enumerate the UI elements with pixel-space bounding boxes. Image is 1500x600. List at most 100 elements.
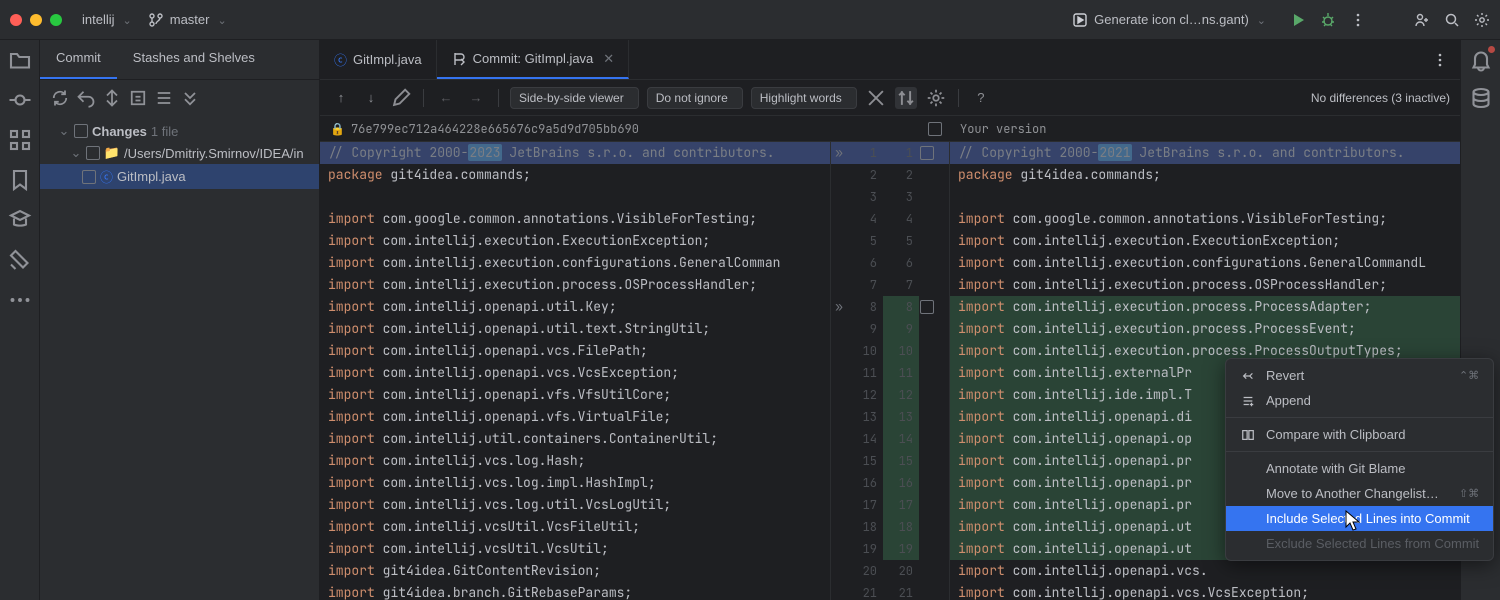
changes-path[interactable]: ⌄ 📁 /Users/Dmitriy.Smirnov/IDEA/in (40, 142, 319, 164)
tab-stashes[interactable]: Stashes and Shelves (117, 40, 271, 79)
code-line[interactable]: import com.intellij.execution.process.Pr… (950, 318, 1460, 340)
prev-diff-file-button[interactable]: ↑ (330, 87, 352, 109)
context-menu-item[interactable]: Include Selected Lines into Commit (1226, 506, 1493, 531)
code-line[interactable]: import com.intellij.vcs.log.util.VcsLogU… (320, 494, 830, 516)
group-button[interactable] (154, 88, 174, 108)
code-line[interactable]: import com.google.common.annotations.Vis… (320, 208, 830, 230)
forward-button[interactable]: → (465, 87, 487, 109)
code-with-me-button[interactable] (1414, 12, 1430, 28)
sync-scroll-button[interactable] (895, 87, 917, 109)
code-line[interactable]: import com.intellij.openapi.vcs.FilePath… (320, 340, 830, 362)
minimize-window-button[interactable] (30, 14, 42, 26)
expand-diff-icon[interactable]: » (831, 296, 847, 318)
code-line[interactable]: import com.google.common.annotations.Vis… (950, 208, 1460, 230)
search-button[interactable] (1444, 12, 1460, 28)
expand-button[interactable] (180, 88, 200, 108)
include-change-checkbox[interactable] (920, 146, 934, 160)
collapse-button[interactable] (865, 87, 887, 109)
code-line[interactable] (320, 186, 830, 208)
code-line[interactable]: // Copyright 2000-2021 JetBrains s.r.o. … (950, 142, 1460, 164)
changes-file[interactable]: ⓒ GitImpl.java (40, 164, 319, 189)
diff-button[interactable] (102, 88, 122, 108)
more-tool-button[interactable] (8, 288, 32, 312)
context-menu-item[interactable]: Compare with Clipboard (1226, 422, 1493, 447)
checkbox[interactable] (86, 146, 100, 160)
code-line[interactable]: import git4idea.GitContentRevision; (320, 560, 830, 582)
code-line[interactable]: import com.intellij.vcs.log.Hash; (320, 450, 830, 472)
diff-left-pane[interactable]: // Copyright 2000-2023 JetBrains s.r.o. … (320, 142, 830, 600)
code-line[interactable]: import com.intellij.openapi.vcs. (950, 560, 1460, 582)
notifications-button[interactable] (1469, 48, 1493, 72)
right-line-number: 9 (883, 318, 919, 340)
code-line[interactable]: import com.intellij.vcs.log.impl.HashImp… (320, 472, 830, 494)
changelist-button[interactable] (128, 88, 148, 108)
bookmarks-tool-button[interactable] (8, 168, 32, 192)
code-line[interactable]: import com.intellij.execution.ExecutionE… (320, 230, 830, 252)
code-line[interactable]: import com.intellij.execution.configurat… (950, 252, 1460, 274)
folder-tool-button[interactable] (8, 48, 32, 72)
close-tab-button[interactable]: ✕ (603, 51, 614, 67)
code-line[interactable]: import com.intellij.openapi.vfs.VirtualF… (320, 406, 830, 428)
code-line[interactable]: import com.intellij.openapi.vcs.VcsExcep… (950, 582, 1460, 600)
project-selector[interactable]: intellij (82, 12, 132, 27)
left-line-number: 13 (847, 406, 883, 428)
refresh-button[interactable] (50, 88, 70, 108)
context-menu-item[interactable]: Annotate with Git Blame (1226, 456, 1493, 481)
checkbox[interactable] (82, 170, 96, 184)
context-menu-item[interactable]: Append (1226, 388, 1493, 413)
run-button[interactable] (1290, 12, 1306, 28)
code-line[interactable]: import com.intellij.execution.process.OS… (950, 274, 1460, 296)
checkbox[interactable] (74, 124, 88, 138)
code-line[interactable]: import com.intellij.openapi.util.text.St… (320, 318, 830, 340)
include-change-checkbox[interactable] (920, 300, 934, 314)
close-window-button[interactable] (10, 14, 22, 26)
next-diff-file-button[interactable]: ↓ (360, 87, 382, 109)
settings-button[interactable] (1474, 12, 1490, 28)
code-line[interactable]: import com.intellij.vcsUtil.VcsUtil; (320, 538, 830, 560)
code-line[interactable]: import com.intellij.openapi.util.Key; (320, 296, 830, 318)
left-line-number: 4 (847, 208, 883, 230)
context-menu-item[interactable]: Move to Another Changelist…⇧⌘ (1226, 481, 1493, 506)
commit-tool-button[interactable] (8, 88, 32, 112)
code-line[interactable]: import com.intellij.execution.ExecutionE… (950, 230, 1460, 252)
code-line[interactable]: import com.intellij.util.containers.Cont… (320, 428, 830, 450)
diff-settings-button[interactable] (925, 87, 947, 109)
back-button[interactable]: ← (435, 87, 457, 109)
code-line[interactable] (950, 186, 1460, 208)
context-menu-item[interactable]: Revert⌃⌘ (1226, 363, 1493, 388)
editor-tab-diff[interactable]: Commit: GitImpl.java ✕ (437, 40, 630, 79)
right-line-number: 2 (883, 164, 919, 186)
structure-tool-button[interactable] (8, 128, 32, 152)
code-line[interactable]: package git4idea.commands; (320, 164, 830, 186)
whitespace-select[interactable]: Do not ignore (647, 87, 743, 109)
build-tool-button[interactable] (8, 248, 32, 272)
vcs-branch-selector[interactable]: master (148, 12, 227, 28)
code-line[interactable]: import com.intellij.openapi.vfs.VfsUtilC… (320, 384, 830, 406)
more-actions-button[interactable] (1350, 12, 1366, 28)
code-line[interactable]: package git4idea.commands; (950, 164, 1460, 186)
debug-button[interactable] (1320, 12, 1336, 28)
code-line[interactable]: import com.intellij.execution.process.OS… (320, 274, 830, 296)
database-button[interactable] (1469, 86, 1493, 110)
tab-commit[interactable]: Commit (40, 40, 117, 79)
code-line[interactable]: import com.intellij.execution.process.Pr… (950, 296, 1460, 318)
editor-tab-file[interactable]: ⓒ GitImpl.java (320, 40, 437, 79)
highlight-select[interactable]: Highlight words (751, 87, 857, 109)
include-all-checkbox[interactable] (928, 122, 942, 136)
tab-more-button[interactable] (1432, 52, 1448, 68)
viewer-mode-select[interactable]: Side-by-side viewer (510, 87, 639, 109)
code-line[interactable]: import com.intellij.openapi.vcs.VcsExcep… (320, 362, 830, 384)
run-configuration-selector[interactable]: Generate icon cl…ns.gant) (1062, 9, 1276, 31)
code-line[interactable]: import com.intellij.execution.configurat… (320, 252, 830, 274)
maximize-window-button[interactable] (50, 14, 62, 26)
learn-tool-button[interactable] (8, 208, 32, 232)
expand-diff-icon[interactable]: » (831, 142, 847, 164)
code-line[interactable]: // Copyright 2000-2023 JetBrains s.r.o. … (320, 142, 830, 164)
code-line[interactable]: import git4idea.branch.GitRebaseParams; (320, 582, 830, 600)
rollback-button[interactable] (76, 88, 96, 108)
edit-source-button[interactable] (390, 87, 412, 109)
help-button[interactable]: ? (970, 87, 992, 109)
code-line[interactable]: import com.intellij.vcsUtil.VcsFileUtil; (320, 516, 830, 538)
title-bar: intellij master Generate icon cl…ns.gant… (0, 0, 1500, 40)
changes-root[interactable]: ⌄ Changes 1 file (40, 120, 319, 142)
